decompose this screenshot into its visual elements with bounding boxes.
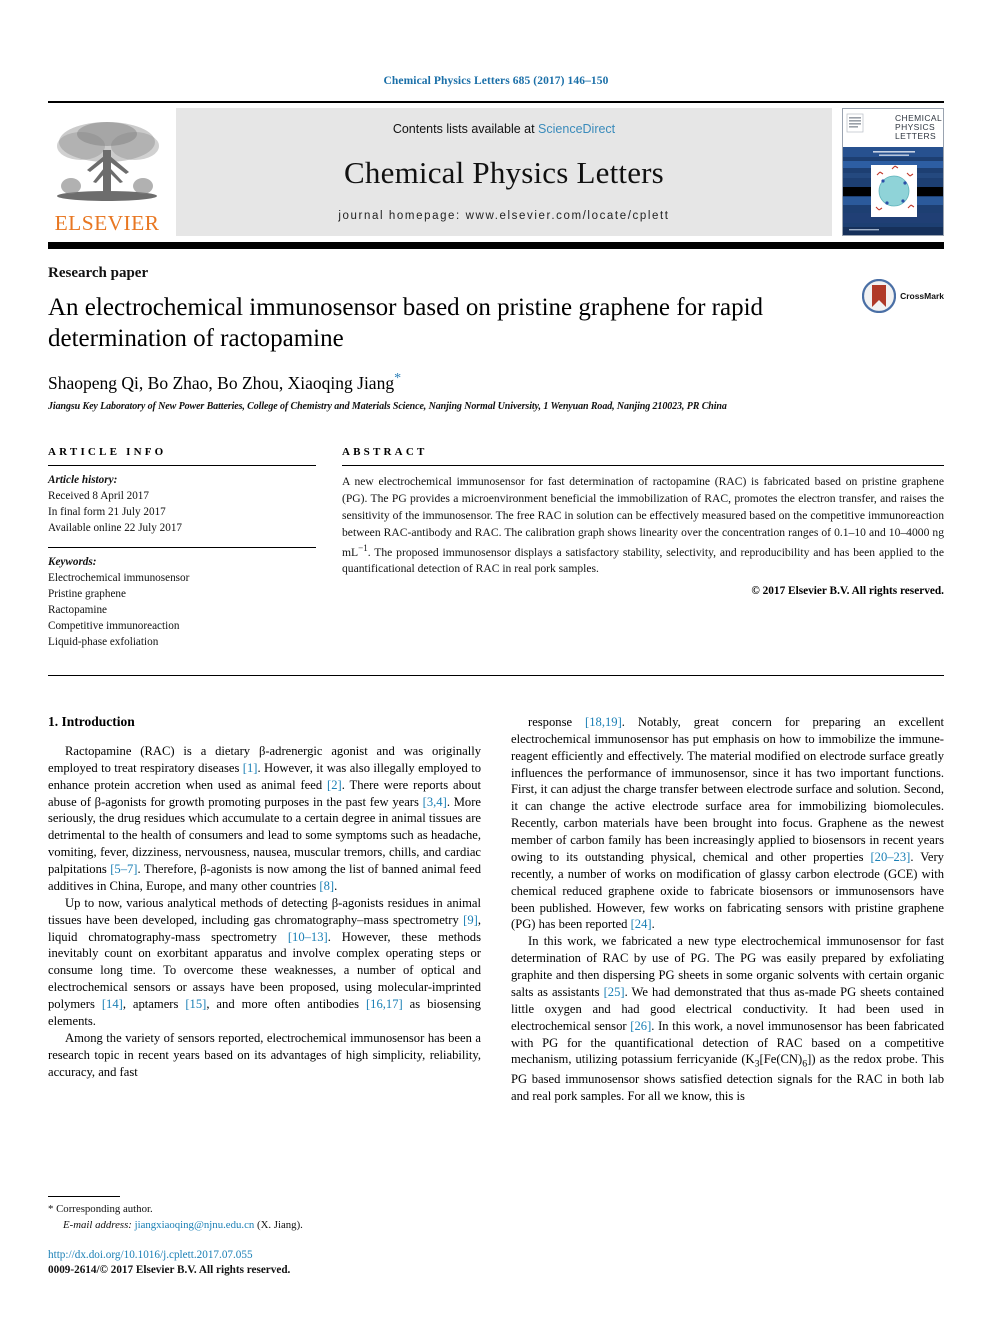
masthead-center-panel: Contents lists available at ScienceDirec…: [176, 108, 832, 236]
body-column-left: 1. Introduction Ractopamine (RAC) is a d…: [48, 714, 481, 1105]
email-note: E-mail address: jiangxiaoqing@njnu.edu.c…: [48, 1218, 478, 1233]
contents-available-line: Contents lists available at ScienceDirec…: [393, 122, 615, 136]
title-block: Research paper An electrochemical immuno…: [48, 265, 944, 412]
article-history-block: Article history: Received 8 April 2017 I…: [48, 473, 316, 537]
elsevier-tree-icon: [57, 121, 159, 201]
running-head: Chemical Physics Letters 685 (2017) 146–…: [383, 75, 609, 87]
body-two-column: 1. Introduction Ractopamine (RAC) is a d…: [48, 714, 944, 1105]
info-abstract-region: ARTICLE INFO Article history: Received 8…: [48, 446, 944, 651]
keyword-item: Electrochemical immunosensor: [48, 572, 190, 585]
footnote-rule: [48, 1196, 120, 1198]
body-column-right: response [18,19]. Notably, great concern…: [511, 714, 944, 1105]
article-info-heading: ARTICLE INFO: [48, 445, 167, 458]
journal-masthead: ELSEVIER Contents lists available at Sci…: [48, 101, 944, 236]
author-list: Shaopeng Qi, Bo Zhao, Bo Zhou, Xiaoqing …: [48, 371, 944, 394]
history-item: In final form 21 July 2017: [48, 505, 166, 518]
page-title: An electrochemical immunosensor based on…: [48, 294, 764, 352]
abstract-text: A new electrochemical immunosensor for f…: [342, 474, 944, 576]
corresponding-author-marker: *: [394, 371, 402, 386]
footnote-block: * Corresponding author. E-mail address: …: [48, 1196, 478, 1279]
article-info-column: ARTICLE INFO Article history: Received 8…: [48, 446, 316, 651]
abstract-heading: ABSTRACT: [342, 445, 428, 458]
issn-copyright-line: 0009-2614/© 2017 Elsevier B.V. All right…: [48, 1264, 291, 1277]
journal-homepage-link[interactable]: journal homepage: www.elsevier.com/locat…: [338, 210, 669, 222]
doi-block: http://dx.doi.org/10.1016/j.cplett.2017.…: [48, 1248, 478, 1279]
doi-link[interactable]: http://dx.doi.org/10.1016/j.cplett.2017.…: [48, 1248, 478, 1264]
history-item: Available online 22 July 2017: [48, 521, 183, 534]
crossmark-label: CrossMark: [900, 291, 944, 301]
copyright-line: © 2017 Elsevier B.V. All rights reserved…: [751, 585, 944, 598]
abstract-bottom-rule: [48, 674, 944, 676]
journal-cover-thumbnail: CHEMICAL PHYSICS LETTERS: [842, 108, 944, 236]
paragraph: Among the variety of sensors reported, e…: [48, 1030, 481, 1079]
keyword-item: Liquid-phase exfoliation: [48, 635, 159, 648]
corresponding-symbol: *: [48, 1203, 54, 1216]
crossmark-icon: [862, 279, 897, 313]
keyword-item: Competitive immunoreaction: [48, 620, 180, 633]
crossmark-badge[interactable]: CrossMark: [862, 279, 944, 313]
abstract-column: ABSTRACT A new electrochemical immunosen…: [342, 446, 944, 651]
section-heading-introduction: 1. Introduction: [48, 713, 135, 729]
article-info-rule: [48, 464, 316, 466]
paragraph: Up to now, various analytical methods of…: [48, 895, 481, 1028]
masthead-bottom-rule: [48, 242, 944, 249]
corresponding-author-note: * Corresponding author.: [48, 1202, 478, 1217]
email-suffix: (X. Jiang).: [256, 1218, 303, 1231]
keyword-item: Ractopamine: [48, 604, 108, 617]
paragraph: In this work, we fabricated a new type e…: [511, 934, 944, 1103]
sciencedirect-link[interactable]: ScienceDirect: [538, 122, 615, 136]
paragraph: Ractopamine (RAC) is a dietary β-adrener…: [48, 743, 482, 893]
keywords-block: Keywords: Electrochemical immunosensor P…: [48, 555, 316, 650]
email-link[interactable]: jiangxiaoqing@njnu.edu.cn: [135, 1219, 255, 1231]
contents-prefix: Contents lists available at: [392, 122, 539, 136]
history-item: Received 8 April 2017: [48, 489, 149, 502]
keywords-rule: [48, 547, 316, 549]
journal-cover-image: CHEMICAL PHYSICS LETTERS: [843, 109, 943, 235]
email-label: E-mail address:: [63, 1218, 132, 1231]
paragraph: response [18,19]. Notably, great concern…: [511, 714, 944, 932]
paper-page: Chemical Physics Letters 685 (2017) 146–…: [0, 0, 992, 1323]
svg-text:LETTERS: LETTERS: [895, 131, 936, 141]
corresponding-text: Corresponding author.: [56, 1203, 153, 1216]
journal-title: Chemical Physics Letters: [344, 155, 664, 190]
document-type-label: Research paper: [48, 265, 149, 281]
keyword-item: Pristine graphene: [48, 588, 126, 601]
keywords-label: Keywords:: [48, 556, 97, 569]
article-history-label: Article history:: [48, 473, 118, 486]
elsevier-logo: ELSEVIER: [48, 108, 166, 236]
elsevier-wordmark: ELSEVIER: [54, 210, 160, 235]
affiliation: Jiangsu Key Laboratory of New Power Batt…: [48, 400, 727, 412]
abstract-rule: [342, 464, 944, 466]
author-names: Shaopeng Qi, Bo Zhao, Bo Zhou, Xiaoqing …: [48, 372, 395, 393]
